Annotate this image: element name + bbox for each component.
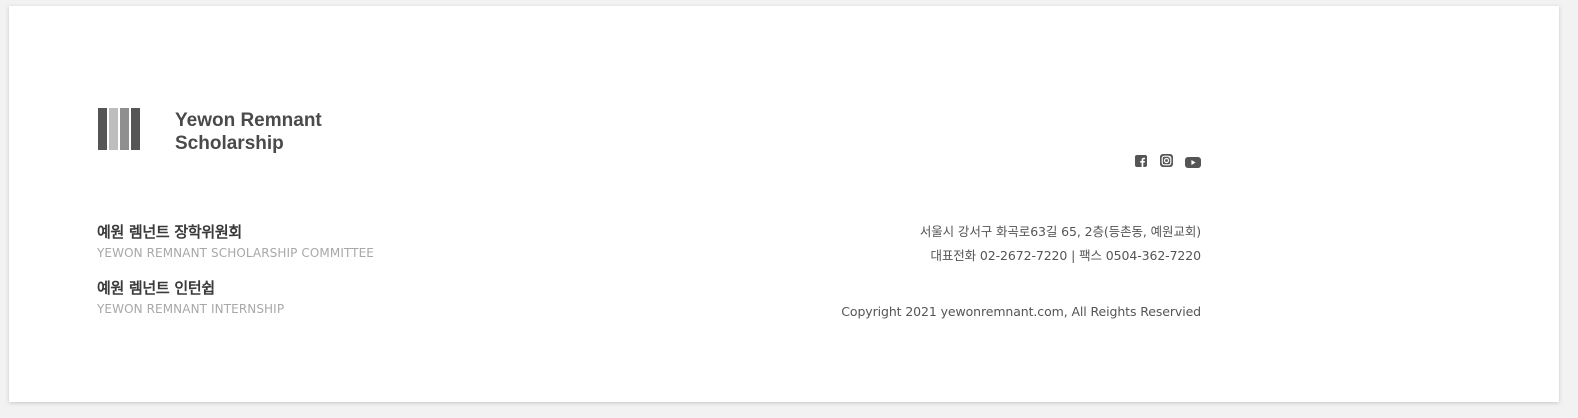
- org-internship: 예원 렘넌트 인턴쉽 YEWON REMNANT INTERNSHIP: [97, 279, 284, 317]
- site-footer: Yewon Remnant Scholarship 예원 렘넌트 장학위원회 Y…: [9, 6, 1559, 402]
- org-scholarship-committee: 예원 렘넌트 장학위원회 YEWON REMNANT SCHOLARSHIP C…: [97, 223, 374, 261]
- address: 서울시 강서구 화곡로63길 65, 2층(등촌동, 예원교회): [919, 224, 1201, 239]
- org-name-en: YEWON REMNANT INTERNSHIP: [97, 302, 285, 316]
- youtube-icon[interactable]: [1185, 153, 1201, 172]
- phone-fax: 대표전화 02-2672-7220 | 팩스 0504-362-7220: [930, 248, 1201, 263]
- brand-name-line1: Yewon Remnant: [175, 110, 322, 131]
- copyright: Copyright 2021 yewonremnant.com, All Rei…: [841, 304, 1201, 319]
- org-name-ko: 예원 렘넌트 장학위원회: [97, 223, 242, 241]
- logo-text: Yewon Remnant Scholarship: [175, 109, 322, 155]
- facebook-icon[interactable]: [1135, 152, 1147, 171]
- brand-name-line2: Scholarship: [175, 133, 284, 154]
- instagram-icon[interactable]: [1160, 152, 1173, 171]
- org-name-en: YEWON REMNANT SCHOLARSHIP COMMITTEE: [97, 246, 374, 260]
- logo-bar: [98, 108, 107, 150]
- logo-mark: [98, 108, 142, 150]
- logo-bar: [131, 108, 140, 150]
- logo-bar: [120, 108, 129, 150]
- logo-bar: [109, 108, 118, 150]
- org-name-ko: 예원 렘넌트 인턴쉽: [97, 279, 215, 297]
